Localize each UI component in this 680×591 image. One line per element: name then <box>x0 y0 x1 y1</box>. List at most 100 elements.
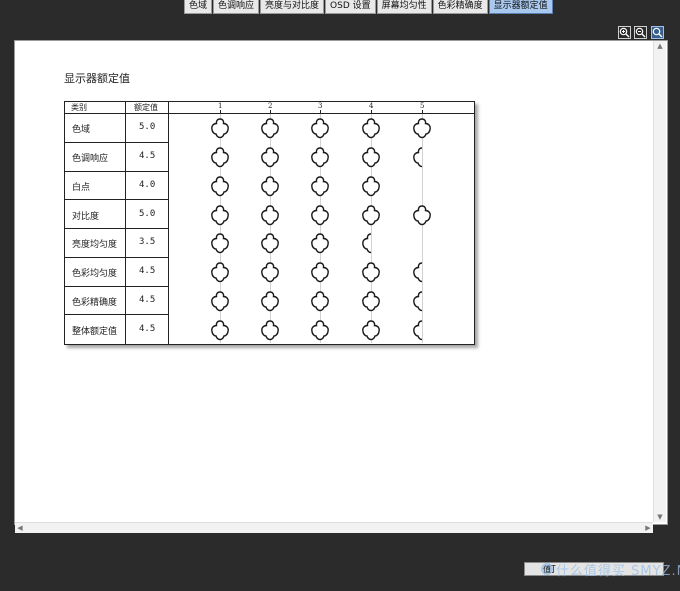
tab-screen-uniformity[interactable]: 屏幕均匀性 <box>376 0 432 14</box>
scale-tick <box>220 110 221 113</box>
scale-tick <box>270 110 271 113</box>
row-divider <box>65 256 169 258</box>
half-rating-icon <box>411 290 433 312</box>
row-rating: 4.5 <box>139 266 156 277</box>
row-divider <box>65 314 169 316</box>
row-divider <box>65 141 169 143</box>
row-rating: 4.5 <box>139 323 156 334</box>
rating-icon <box>259 117 281 139</box>
svg-text:值: 值 <box>543 564 551 574</box>
tab-color-accuracy[interactable]: 色彩精确度 <box>432 0 488 14</box>
header-category: 类别 <box>71 103 87 112</box>
tab-tone-response[interactable]: 色调响应 <box>213 0 260 14</box>
rating-icon <box>259 232 281 254</box>
row-rating: 5.0 <box>139 122 156 133</box>
scale-label-1: 1 <box>218 102 223 110</box>
scale-label-3: 3 <box>318 102 323 110</box>
vertical-scrollbar[interactable]: ▲ ▼ <box>653 41 666 522</box>
scale-label-5: 5 <box>420 102 425 110</box>
row-rating: 4.5 <box>139 294 156 305</box>
half-rating-icon <box>411 261 433 283</box>
rating-icon <box>259 261 281 283</box>
rating-icon <box>411 117 433 139</box>
column-divider <box>168 102 169 344</box>
rating-icon <box>209 232 231 254</box>
rating-icon <box>411 204 433 226</box>
rating-icon <box>309 175 331 197</box>
zoom-out-icon <box>635 27 646 38</box>
rating-icon <box>259 290 281 312</box>
zoom-in-icon <box>619 27 630 38</box>
rating-icon <box>360 319 382 341</box>
rating-icon <box>209 146 231 168</box>
zoom-fit-button[interactable] <box>651 26 664 39</box>
row-rating: 4.5 <box>139 151 156 162</box>
rating-icon <box>360 261 382 283</box>
scale-tick <box>422 110 423 113</box>
rating-icon <box>309 232 331 254</box>
half-rating-icon <box>411 146 433 168</box>
row-divider <box>65 170 169 172</box>
rating-icon <box>259 204 281 226</box>
scale-label-2: 2 <box>268 102 273 110</box>
rating-icon <box>360 175 382 197</box>
row-category: 白点 <box>72 182 91 193</box>
rating-icon <box>309 146 331 168</box>
rating-icon <box>209 204 231 226</box>
rating-icon <box>360 146 382 168</box>
tab-monitor-rating[interactable]: 显示器额定值 <box>488 0 553 14</box>
page-title: 显示器额定值 <box>64 72 130 85</box>
rating-icon <box>209 261 231 283</box>
rating-icon <box>360 204 382 226</box>
scroll-right-icon[interactable]: ▶ <box>643 523 653 533</box>
tab-osd-settings[interactable]: OSD 设置 <box>325 0 376 14</box>
row-rating: 3.5 <box>139 237 156 248</box>
row-divider <box>65 199 169 201</box>
row-category: 色域 <box>72 125 91 136</box>
half-rating-icon <box>411 319 433 341</box>
row-divider <box>65 228 169 229</box>
rating-icon <box>360 290 382 312</box>
row-category: 色调响应 <box>72 154 109 165</box>
scale-tick <box>371 110 372 113</box>
horizontal-scrollbar[interactable]: ◀ ▶ <box>15 522 653 533</box>
scale-tick <box>320 110 321 113</box>
row-category: 对比度 <box>72 211 100 222</box>
rating-icon <box>259 319 281 341</box>
rating-icon <box>209 290 231 312</box>
row-category: 色彩精确度 <box>72 297 118 308</box>
rating-icon <box>209 117 231 139</box>
tab-brightness-contrast[interactable]: 亮度与对比度 <box>260 0 325 14</box>
scroll-up-icon[interactable]: ▲ <box>654 41 666 51</box>
rating-icon <box>360 117 382 139</box>
rating-icon <box>309 204 331 226</box>
watermark: 什么值得买 SMYZ.NET <box>556 564 680 579</box>
rating-icon <box>209 175 231 197</box>
rating-icon <box>309 261 331 283</box>
row-category: 亮度均匀度 <box>72 240 118 251</box>
scale-label-4: 4 <box>369 102 374 110</box>
row-divider <box>65 285 169 287</box>
rating-icon <box>309 117 331 139</box>
zoom-fit-icon <box>652 27 663 38</box>
half-rating-icon <box>360 232 382 254</box>
rating-icon <box>209 319 231 341</box>
rating-table: 类别 额定值 1 2 3 4 5 色域 5.0 色调响应 4.5 白点 4.0 对比度 5.0 亮度均匀度… <box>64 101 475 345</box>
row-category: 整体额定值 <box>72 326 118 337</box>
zoom-out-button[interactable] <box>634 26 647 39</box>
rating-icon <box>309 290 331 312</box>
rating-icon <box>259 146 281 168</box>
header-rating: 额定值 <box>134 103 158 112</box>
row-category: 色彩均匀度 <box>72 269 118 280</box>
watermark-logo-icon: 值 <box>541 563 553 575</box>
row-rating: 4.0 <box>139 179 156 190</box>
rating-icon <box>259 175 281 197</box>
tab-bar: 色域 色调响应 亮度与对比度 OSD 设置 屏幕均匀性 色彩精确度 显示器额定值 <box>184 0 554 14</box>
scroll-left-icon[interactable]: ◀ <box>15 523 25 533</box>
row-rating: 5.0 <box>139 208 156 219</box>
zoom-in-button[interactable] <box>618 26 631 39</box>
tab-color-gamut[interactable]: 色域 <box>184 0 213 14</box>
column-divider <box>125 102 126 344</box>
rating-icon <box>309 319 331 341</box>
scroll-down-icon[interactable]: ▼ <box>654 512 666 522</box>
